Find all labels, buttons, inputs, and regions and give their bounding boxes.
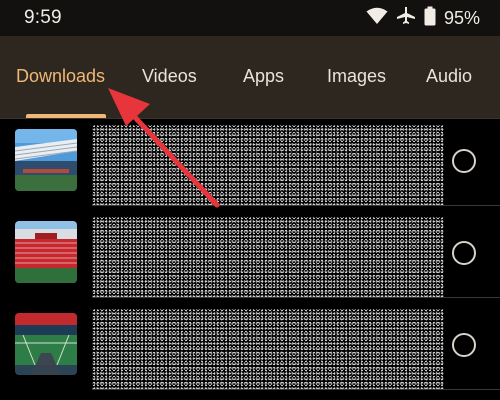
tab-images[interactable]: Images xyxy=(327,66,386,87)
row-divider xyxy=(92,297,500,298)
thumbnail-image xyxy=(15,221,77,283)
list-item[interactable] xyxy=(0,303,500,395)
downloads-list xyxy=(0,119,500,400)
airplane-icon xyxy=(396,6,416,31)
item-details-redacted xyxy=(92,125,444,205)
thumbnail-image xyxy=(15,129,77,191)
item-details-redacted xyxy=(92,309,444,389)
thumbnail-image xyxy=(15,313,77,375)
tab-apps[interactable]: Apps xyxy=(243,66,284,87)
select-radio[interactable] xyxy=(452,149,476,173)
tab-bar: Downloads Videos Apps Images Audio xyxy=(0,36,500,118)
wifi-icon xyxy=(366,7,388,30)
tab-downloads[interactable]: Downloads xyxy=(16,66,105,87)
status-time: 9:59 xyxy=(24,7,62,28)
battery-icon xyxy=(424,6,436,31)
status-icons: 95% xyxy=(366,6,480,31)
row-divider xyxy=(92,205,500,206)
select-radio[interactable] xyxy=(452,333,476,357)
list-item[interactable] xyxy=(0,119,500,211)
tab-videos[interactable]: Videos xyxy=(142,66,197,87)
item-details-redacted xyxy=(92,217,444,297)
select-radio[interactable] xyxy=(452,241,476,265)
battery-percentage: 95% xyxy=(443,7,480,28)
tab-audio[interactable]: Audio xyxy=(426,66,472,87)
list-item[interactable] xyxy=(0,211,500,303)
status-bar: 9:59 95% xyxy=(0,0,500,36)
row-divider xyxy=(92,389,500,390)
